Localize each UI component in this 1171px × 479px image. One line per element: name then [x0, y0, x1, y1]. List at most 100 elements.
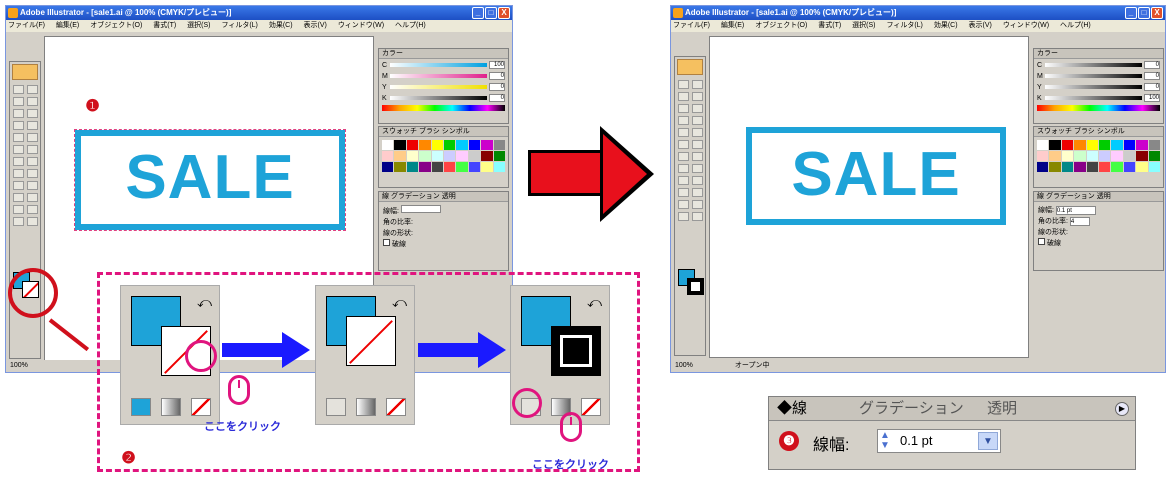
color-swatch[interactable] — [468, 151, 481, 161]
close-button[interactable]: X — [1151, 7, 1163, 19]
line-tool-icon[interactable] — [13, 121, 24, 130]
state2-gradient-button[interactable] — [356, 398, 376, 416]
blend-tool-icon[interactable] — [692, 188, 703, 197]
zoom-level[interactable]: 100% — [675, 362, 693, 369]
state3-stroke-swatch[interactable] — [551, 326, 601, 376]
menu-effect[interactable]: 効果(C) — [269, 22, 293, 29]
mesh-tool-icon[interactable] — [13, 181, 24, 190]
color-swatch[interactable] — [406, 140, 419, 150]
eyedropper-tool-icon[interactable] — [13, 193, 24, 202]
color-swatch[interactable] — [1049, 151, 1061, 161]
color-swatch[interactable] — [1074, 140, 1086, 150]
menu-type[interactable]: 書式(T) — [818, 22, 841, 29]
scissors-tool-icon[interactable] — [27, 205, 38, 214]
sale-artwork[interactable]: SALE — [74, 129, 346, 231]
swap-arrows-icon[interactable]: ⤺ — [197, 294, 212, 311]
pen-tool-icon[interactable] — [678, 104, 689, 113]
magenta-value[interactable]: 0 — [489, 72, 505, 80]
color-swatch[interactable] — [431, 162, 443, 172]
color-swatch[interactable] — [1111, 140, 1123, 150]
stroke-swatch[interactable] — [687, 278, 704, 295]
magenta-value[interactable]: 0 — [1144, 72, 1160, 80]
color-swatch[interactable] — [394, 162, 406, 172]
color-swatch[interactable] — [468, 162, 481, 172]
color-swatch[interactable] — [1086, 151, 1098, 161]
stroke-weight-value[interactable]: 0.1 pt — [900, 433, 933, 448]
brush-tool-icon[interactable] — [678, 128, 689, 137]
menu-select[interactable]: 選択(S) — [187, 22, 210, 29]
slice-tool-icon[interactable] — [678, 200, 689, 209]
menu-view[interactable]: 表示(V) — [969, 22, 992, 29]
magenta-slider[interactable]: M0 — [382, 71, 505, 81]
miter-ratio-field[interactable]: 4 — [1069, 217, 1090, 226]
magic-wand-tool-icon[interactable] — [678, 92, 689, 101]
tab-gradient[interactable]: グラデーション — [859, 397, 964, 421]
color-swatch[interactable] — [1049, 140, 1061, 150]
mesh-tool-icon[interactable] — [678, 176, 689, 185]
stroke-panel-tabs[interactable]: 線 グラデーション 透明 — [379, 192, 508, 202]
artboard-canvas[interactable]: SALE — [709, 36, 1029, 358]
state3-none-button[interactable] — [581, 398, 601, 416]
zoom-tool-icon[interactable] — [27, 217, 38, 226]
swatch-panel-tabs[interactable]: スウォッチ ブラシ シンボル — [1034, 127, 1163, 137]
cyan-slider[interactable]: C 100 — [382, 60, 505, 70]
menu-select[interactable]: 選択(S) — [852, 22, 875, 29]
state1-color-button[interactable] — [131, 398, 151, 416]
color-swatch[interactable] — [419, 151, 431, 161]
brush-tool-icon[interactable] — [13, 133, 24, 142]
color-swatch[interactable] — [1123, 162, 1136, 172]
color-swatch[interactable] — [481, 151, 493, 161]
menu-edit[interactable]: 編集(E) — [56, 22, 79, 29]
swap-arrows-icon[interactable]: ⤺ — [392, 294, 407, 311]
rotate-tool-icon[interactable] — [678, 140, 689, 149]
stroke-panel-tabs[interactable]: 線 グラデーション 透明 — [1034, 192, 1163, 202]
hand-tool-icon[interactable] — [678, 212, 689, 221]
state1-none-button[interactable] — [191, 398, 211, 416]
color-swatch[interactable] — [1111, 162, 1123, 172]
color-swatch[interactable] — [382, 140, 394, 150]
yellow-slider[interactable]: Y0 — [382, 82, 505, 92]
color-swatch[interactable] — [419, 162, 431, 172]
selection-tool-icon[interactable] — [13, 85, 24, 94]
pencil-tool-icon[interactable] — [27, 133, 38, 142]
cyan-slider[interactable]: C0 — [1037, 60, 1160, 70]
color-swatch[interactable] — [1123, 140, 1136, 150]
type-tool-icon[interactable] — [692, 104, 703, 113]
pen-tool-icon[interactable] — [13, 109, 24, 118]
menu-type[interactable]: 書式(T) — [153, 22, 176, 29]
color-spectrum[interactable] — [382, 105, 505, 111]
color-swatch[interactable] — [1111, 151, 1123, 161]
menu-help[interactable]: ヘルプ(H) — [395, 22, 426, 29]
minimize-button[interactable]: _ — [472, 7, 484, 19]
line-tool-icon[interactable] — [678, 116, 689, 125]
state2-stroke-swatch[interactable] — [346, 316, 396, 366]
yellow-value[interactable]: 0 — [1144, 83, 1160, 91]
magenta-slider[interactable]: M0 — [1037, 71, 1160, 81]
blend-tool-icon[interactable] — [27, 193, 38, 202]
state2-none-button[interactable] — [386, 398, 406, 416]
color-swatch[interactable] — [456, 151, 468, 161]
color-swatch[interactable] — [1037, 151, 1049, 161]
gradient-tool-icon[interactable] — [27, 181, 38, 190]
stepper-icon[interactable]: ▲ ▼ — [880, 431, 890, 451]
swap-arrows-icon[interactable]: ⤺ — [587, 294, 602, 311]
stroke-weight-field[interactable] — [400, 205, 441, 213]
color-swatch[interactable] — [1086, 140, 1098, 150]
color-swatch[interactable] — [1049, 162, 1061, 172]
color-swatch[interactable] — [1061, 162, 1074, 172]
color-swatch[interactable] — [1136, 151, 1148, 161]
menu-help[interactable]: ヘルプ(H) — [1060, 22, 1091, 29]
color-swatch[interactable] — [1136, 140, 1148, 150]
color-swatch[interactable] — [493, 162, 505, 172]
magic-wand-tool-icon[interactable] — [13, 97, 24, 106]
color-swatch[interactable] — [1148, 162, 1160, 172]
free-transform-tool-icon[interactable] — [27, 157, 38, 166]
menu-file[interactable]: ファイル(F) — [8, 22, 45, 29]
color-swatch[interactable] — [431, 140, 443, 150]
color-swatch[interactable] — [1136, 162, 1148, 172]
color-spectrum[interactable] — [1037, 105, 1160, 111]
hand-tool-icon[interactable] — [13, 217, 24, 226]
color-swatch[interactable] — [382, 162, 394, 172]
panel-menu-icon[interactable]: ▶ — [1115, 402, 1129, 416]
stroke-weight-field[interactable]: 0.1 pt — [1055, 206, 1096, 215]
